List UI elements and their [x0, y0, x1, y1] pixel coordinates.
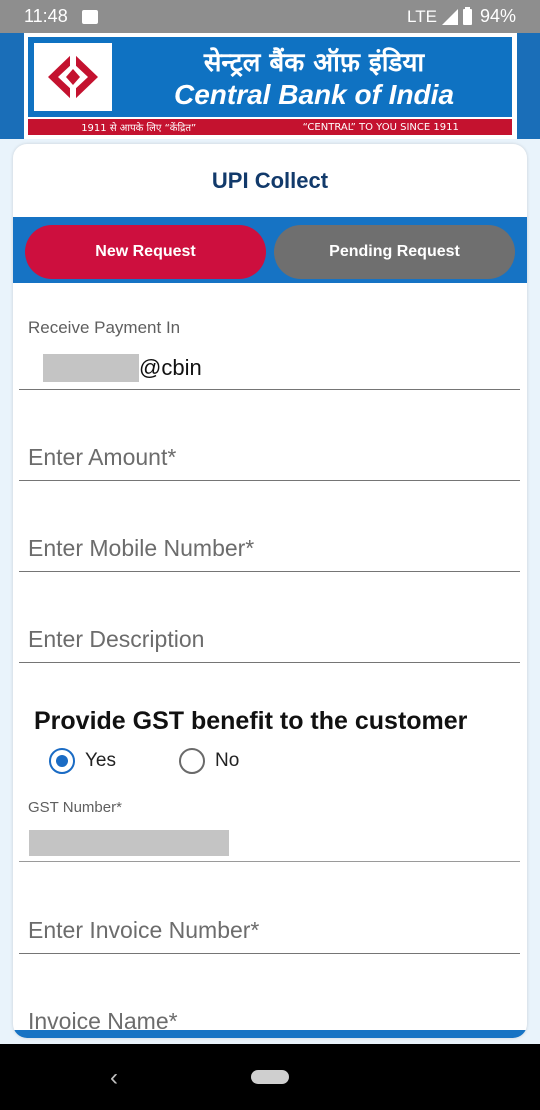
card-bottom-strip	[13, 1030, 527, 1038]
gst-number-input[interactable]	[29, 830, 229, 856]
banner-frame: सेन्ट्रल बैंक ऑफ़ इंडिया Central Bank of…	[24, 33, 517, 139]
banner-blue-panel: सेन्ट्रल बैंक ऑफ़ इंडिया Central Bank of…	[28, 37, 512, 117]
divider	[19, 571, 520, 572]
gst-yes-label: Yes	[85, 750, 116, 771]
divider	[19, 861, 520, 862]
request-tabs: New Request Pending Request	[13, 217, 527, 283]
divider	[19, 389, 520, 390]
mobile-number-input[interactable]	[28, 535, 508, 562]
home-pill-icon[interactable]	[251, 1070, 289, 1084]
network-type: LTE	[407, 6, 437, 26]
radio-checked-icon	[49, 748, 75, 774]
divider	[19, 480, 520, 481]
masked-upi-handle	[43, 354, 139, 382]
gst-number-label: GST Number*	[28, 799, 122, 816]
image-notification-icon	[81, 9, 98, 24]
amount-input[interactable]	[28, 444, 508, 471]
status-right: LTE 94%	[407, 6, 516, 27]
invoice-number-input[interactable]	[28, 917, 508, 944]
tagline-hindi: 1911 से आपके लिए “केंद्रित”	[81, 123, 197, 134]
bank-name-hindi: सेन्ट्रल बैंक ऑफ़ इंडिया	[203, 48, 425, 78]
battery-percent: 94%	[479, 6, 516, 26]
upi-suffix: @cbin	[139, 355, 202, 380]
system-nav-bar: ‹	[0, 1044, 540, 1110]
divider	[19, 662, 520, 663]
description-input[interactable]	[28, 626, 508, 653]
status-bar: 11:48 LTE 94%	[0, 0, 540, 33]
bank-name-english: Central Bank of India	[173, 79, 455, 110]
banner-tagline-strip: 1911 से आपके लिए “केंद्रित” “CENTRAL” TO…	[28, 119, 512, 135]
back-icon[interactable]: ‹	[110, 1064, 118, 1092]
divider	[19, 953, 520, 954]
radio-unchecked-icon	[179, 748, 205, 774]
gst-heading: Provide GST benefit to the customer	[34, 707, 468, 735]
upi-id-display: @cbin	[43, 354, 202, 382]
bank-logo-icon	[34, 43, 112, 111]
battery-icon	[462, 6, 472, 25]
gst-yes-radio[interactable]: Yes	[49, 748, 116, 774]
gst-no-radio[interactable]: No	[179, 748, 239, 774]
status-time: 11:48	[24, 6, 68, 26]
tab-new-request[interactable]: New Request	[25, 225, 266, 279]
tagline-english: “CENTRAL” TO YOU SINCE 1911	[302, 121, 459, 133]
gst-no-label: No	[215, 750, 240, 771]
tab-pending-request[interactable]: Pending Request	[274, 225, 515, 279]
bank-banner: सेन्ट्रल बैंक ऑफ़ इंडिया Central Bank of…	[0, 33, 540, 139]
signal-icon	[441, 8, 458, 25]
page-title: UPI Collect	[211, 168, 329, 193]
receive-payment-label: Receive Payment In	[28, 318, 181, 337]
upi-collect-card: UPI Collect New Request Pending Request …	[13, 144, 527, 1038]
